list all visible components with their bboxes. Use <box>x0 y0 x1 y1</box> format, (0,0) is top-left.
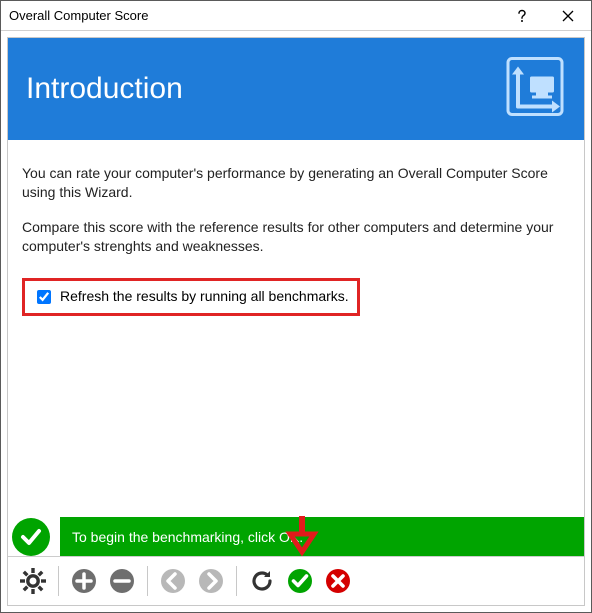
help-button[interactable] <box>499 1 545 31</box>
page-title: Introduction <box>26 72 183 106</box>
settings-button[interactable] <box>16 564 50 598</box>
wizard-panel: Introduction You can rate your computer'… <box>7 37 585 606</box>
status-bar: To begin the benchmarking, click OK. <box>8 517 584 557</box>
help-icon <box>515 9 529 23</box>
toolbar-separator <box>236 566 237 596</box>
wizard-window: Overall Computer Score Introduction <box>0 0 592 613</box>
gear-icon <box>19 567 47 595</box>
minus-circle-icon <box>108 567 136 595</box>
wizard-body: You can rate your computer's performance… <box>8 140 584 517</box>
refresh-checkbox[interactable] <box>37 290 51 304</box>
plus-circle-icon <box>70 567 98 595</box>
x-circle-icon <box>324 567 352 595</box>
toolbar-separator <box>147 566 148 596</box>
titlebar: Overall Computer Score <box>1 1 591 31</box>
zoom-out-button[interactable] <box>105 564 139 598</box>
zoom-in-button[interactable] <box>67 564 101 598</box>
refresh-checkbox-label[interactable]: Refresh the results by running all bench… <box>60 287 349 306</box>
intro-paragraph-2: Compare this score with the reference re… <box>22 218 570 256</box>
cancel-button[interactable] <box>321 564 355 598</box>
check-circle-icon <box>286 567 314 595</box>
refresh-icon <box>248 567 276 595</box>
close-icon <box>562 10 574 22</box>
window-title: Overall Computer Score <box>1 8 499 23</box>
status-strip: To begin the benchmarking, click OK. <box>8 517 584 556</box>
wizard-header: Introduction <box>8 38 584 140</box>
status-message: To begin the benchmarking, click OK. <box>60 517 584 556</box>
status-check-icon <box>12 518 50 556</box>
wizard-toolbar <box>8 557 584 605</box>
refresh-button[interactable] <box>245 564 279 598</box>
close-button[interactable] <box>545 1 591 31</box>
arrow-right-circle-icon <box>197 567 225 595</box>
arrow-left-circle-icon <box>159 567 187 595</box>
ok-button[interactable] <box>283 564 317 598</box>
back-button[interactable] <box>156 564 190 598</box>
intro-paragraph-1: You can rate your computer's performance… <box>22 164 570 202</box>
forward-button[interactable] <box>194 564 228 598</box>
refresh-checkbox-highlight: Refresh the results by running all bench… <box>22 278 360 316</box>
toolbar-separator <box>58 566 59 596</box>
computer-score-icon <box>496 49 574 130</box>
